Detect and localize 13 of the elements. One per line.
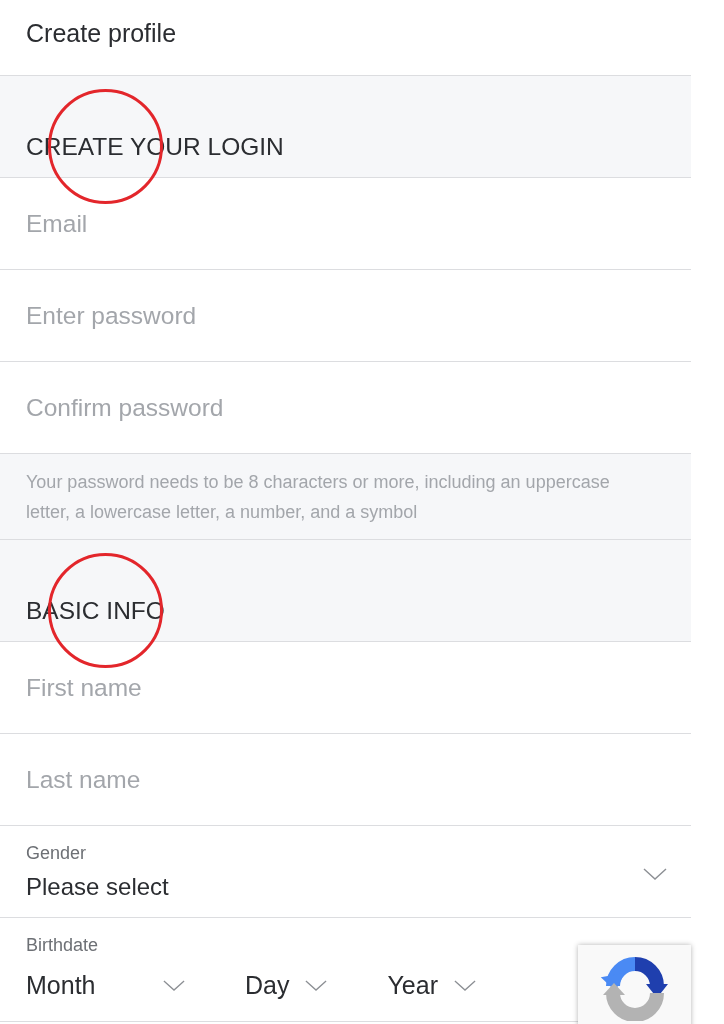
- gender-dropdown[interactable]: Please select: [0, 866, 691, 904]
- chevron-down-icon: [305, 979, 328, 991]
- field-label: Gender: [26, 842, 87, 864]
- date-dropdown[interactable]: Month: [26, 968, 185, 1002]
- chevron-down-icon: [454, 979, 476, 991]
- chevron-down-icon: [163, 979, 185, 991]
- chevron-down-icon: [643, 868, 667, 880]
- date-dropdown[interactable]: Year: [387, 968, 476, 1002]
- password-hint: Your password needs to be 8 characters or more, including an uppercase letter, a lowercase letter, a number, and a symbol: [26, 471, 611, 524]
- date-dropdown[interactable]: Day: [245, 968, 328, 1002]
- field-label: Birthdate: [26, 934, 99, 956]
- captcha-badge[interactable]: [578, 945, 691, 1024]
- page-title: Create profile: [26, 19, 177, 47]
